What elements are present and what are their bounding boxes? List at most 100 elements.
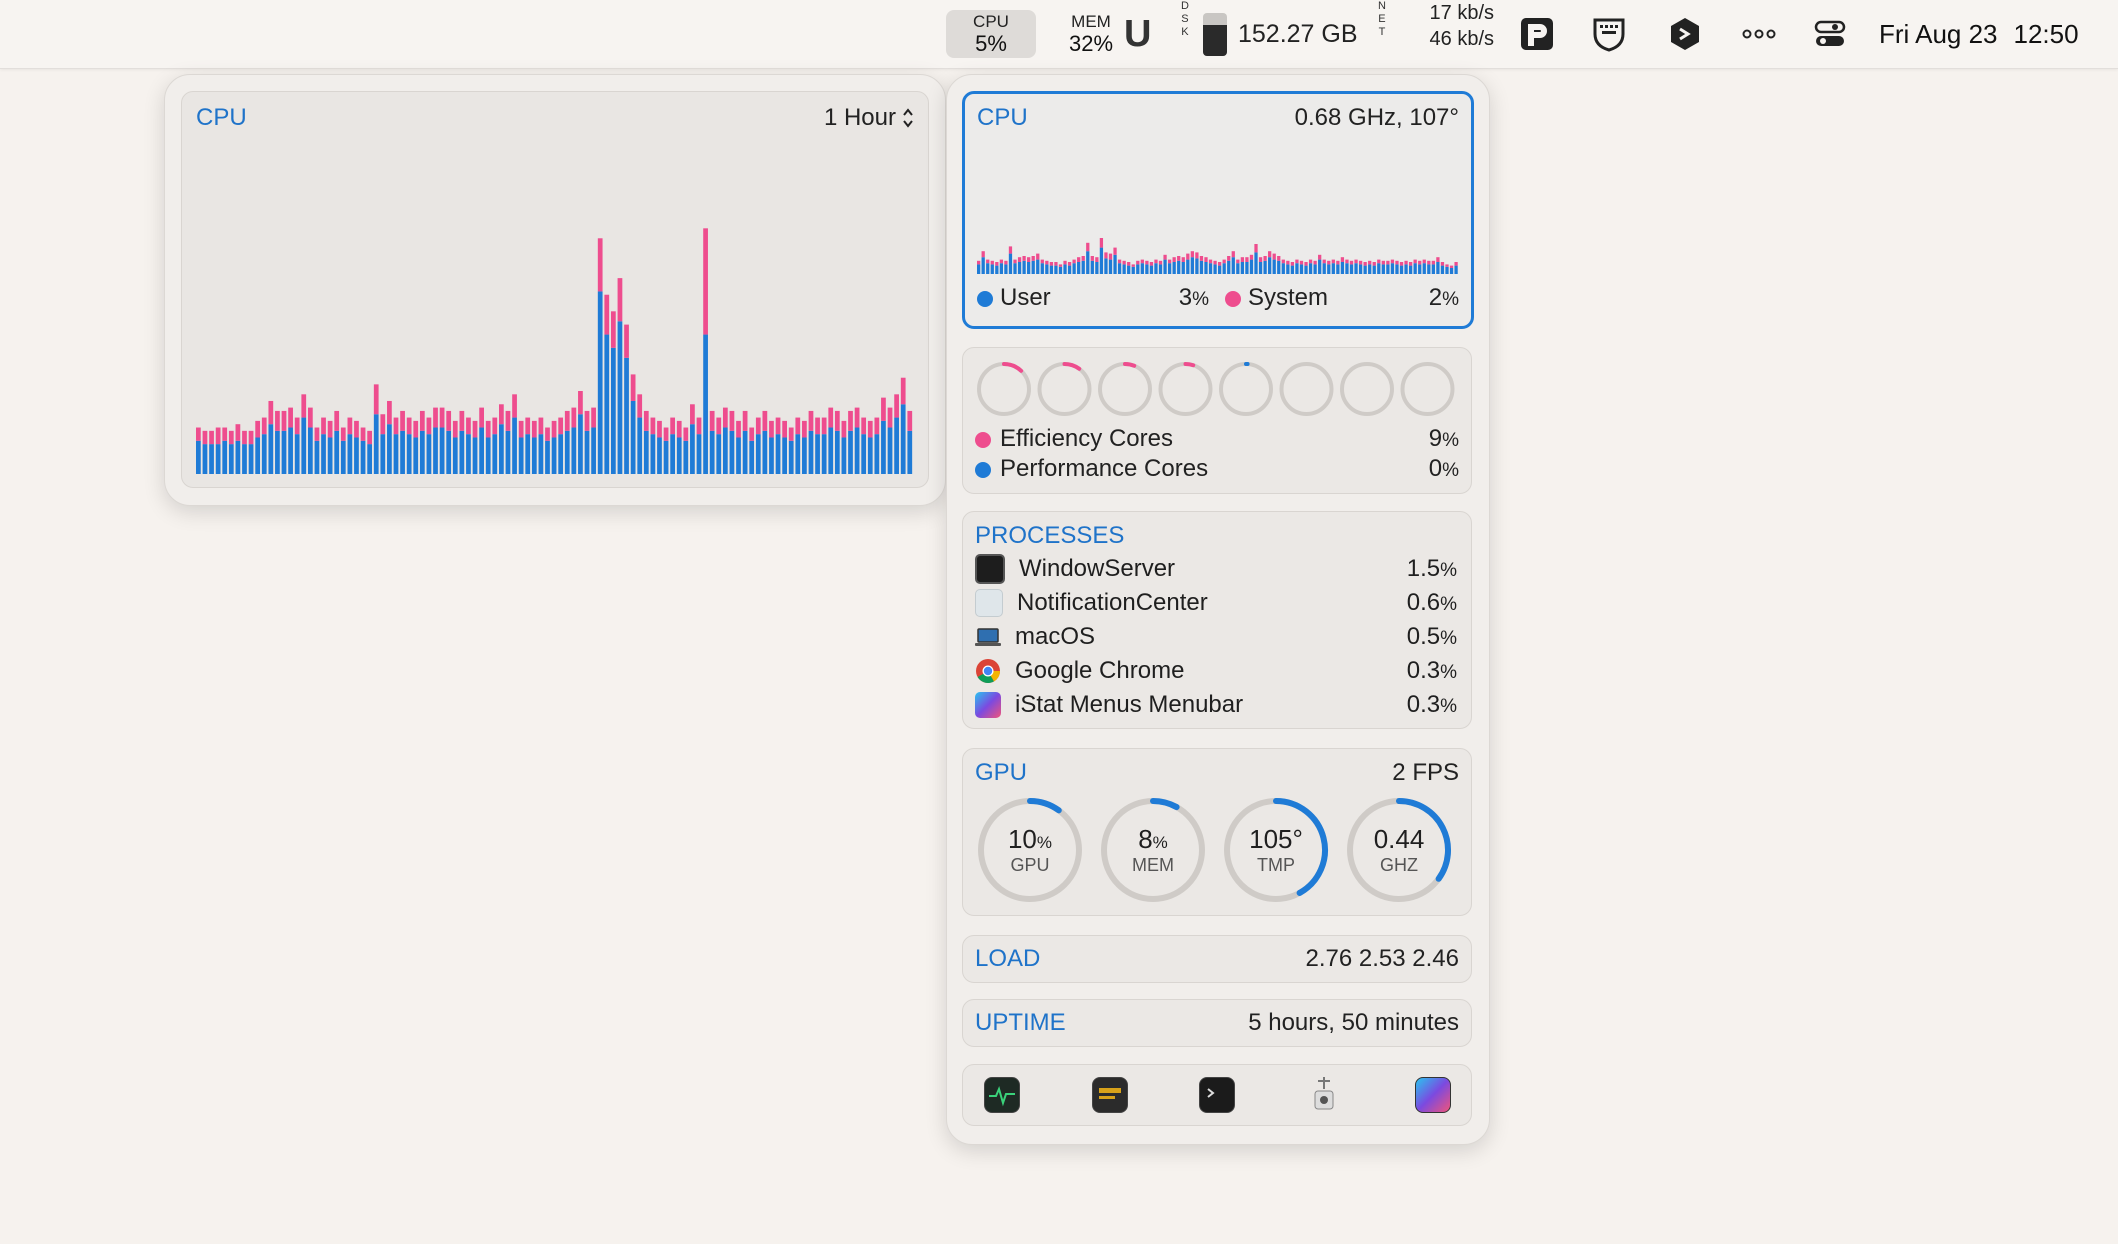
- history-system-bar: [228, 430, 234, 445]
- process-row[interactable]: Google Chrome 0.3%: [975, 655, 1457, 687]
- cpu-system-bar: [1190, 251, 1194, 258]
- process-row[interactable]: iStat Menus Menubar 0.3%: [975, 689, 1457, 721]
- history-system-bar: [683, 427, 689, 441]
- cpu-system-bar: [1372, 262, 1376, 266]
- history-user-bar: [788, 440, 794, 474]
- history-system-bar: [545, 427, 550, 441]
- cores-card: Efficiency Cores 9% Performance Cores 0%: [962, 347, 1472, 494]
- history-range-select[interactable]: 1 Hour: [824, 104, 914, 132]
- disk-letter: S: [1181, 13, 1189, 25]
- cpu-user-bar: [1445, 266, 1449, 274]
- history-user-bar: [209, 444, 214, 474]
- history-system-bar: [472, 420, 478, 438]
- history-user-bar: [485, 437, 491, 474]
- process-row[interactable]: NotificationCenter 0.6%: [975, 587, 1457, 619]
- menubar-mem-item[interactable]: MEM 32%: [1046, 0, 1136, 68]
- load-card[interactable]: LOAD 2.76 2.53 2.46: [962, 935, 1472, 983]
- uptime-card[interactable]: UPTIME 5 hours, 50 minutes: [962, 999, 1472, 1047]
- cpu-system-bar: [1381, 260, 1385, 265]
- istat-menus-app-icon[interactable]: [1415, 1077, 1451, 1113]
- history-system-bar: [235, 424, 241, 441]
- history-user-bar: [907, 430, 913, 474]
- history-user-bar: [867, 437, 873, 474]
- history-title: CPU: [196, 104, 247, 131]
- cpu-user-bar: [1222, 263, 1226, 274]
- control-center-icon[interactable]: [1814, 0, 1846, 68]
- history-system-bar: [722, 407, 728, 428]
- cpu-user-bar: [1340, 262, 1345, 274]
- more-dots-icon[interactable]: [1742, 0, 1776, 68]
- cpu-user-bar: [1277, 260, 1281, 274]
- cpu-system-bar: [1277, 256, 1281, 261]
- menubar-disk-usage-bar[interactable]: [1203, 13, 1227, 56]
- history-system-bar: [446, 410, 452, 431]
- history-user-bar: [242, 444, 247, 474]
- menubar-u-icon[interactable]: U: [1124, 0, 1151, 68]
- history-user-bar: [354, 437, 359, 474]
- p-app-icon[interactable]: [1519, 0, 1555, 68]
- cpu-system-bar: [1272, 253, 1276, 260]
- disk-utility-icon[interactable]: [1307, 1075, 1341, 1110]
- history-user-bar: [874, 434, 880, 474]
- process-row[interactable]: WindowServer 1.5%: [975, 553, 1457, 585]
- history-system-bar: [413, 420, 419, 438]
- history-system-bar: [782, 420, 787, 438]
- cpu-system-bar: [1313, 260, 1317, 265]
- cpu-user-bar: [1136, 264, 1140, 274]
- menubar-clock[interactable]: Fri Aug 23 12:50: [1879, 0, 2079, 68]
- history-user-bar: [610, 347, 616, 474]
- gpu-temp-gauge: 105° TMP: [1249, 824, 1303, 875]
- history-system-bar: [301, 394, 307, 418]
- cpu-user-bar: [1304, 265, 1308, 274]
- cpu-system-bar: [1331, 259, 1335, 264]
- cpu-user-bar: [1122, 264, 1126, 274]
- gpu-usage-gauge: 10% GPU: [1007, 824, 1053, 875]
- cpu-user-bar: [1104, 258, 1108, 274]
- history-user-bar: [709, 430, 715, 474]
- history-system-bar: [637, 394, 643, 418]
- history-system-bar: [558, 417, 564, 435]
- terminal-icon[interactable]: [1199, 1077, 1235, 1113]
- history-system-bar: [670, 417, 676, 435]
- cpu-system-bar: [1408, 262, 1413, 266]
- user-value: 3%: [1178, 284, 1209, 311]
- gpu-card[interactable]: GPU 2 FPS 10% GPU 8% MEM 105° TMP 0.44 G…: [962, 748, 1472, 916]
- history-user-bar: [505, 430, 511, 474]
- cpu-user-bar: [1454, 265, 1458, 274]
- cpu-system-bar: [986, 259, 990, 264]
- keyboard-shield-icon[interactable]: [1592, 0, 1626, 68]
- cpu-user-bar: [1331, 263, 1335, 274]
- menubar-network-item[interactable]: 17 kb/s 46 kb/s: [1414, 0, 1494, 68]
- cpu-user-bar: [1131, 266, 1135, 274]
- cpu-system-bar: [1090, 256, 1094, 261]
- cpu-card[interactable]: CPU 0.68 GHz, 107° User 3% System 2%: [962, 91, 1474, 329]
- cpu-system-bar: [1249, 254, 1254, 260]
- activity-monitor-icon[interactable]: [984, 1077, 1020, 1113]
- cpu-user-bar: [1158, 264, 1163, 274]
- cpu-system-bar: [1258, 257, 1263, 262]
- console-icon[interactable]: [1092, 1077, 1128, 1113]
- history-system-bar: [242, 430, 247, 445]
- cpu-user-bar: [1258, 262, 1263, 274]
- cpu-system-bar: [1231, 251, 1235, 258]
- process-row[interactable]: macOS 0.5%: [975, 621, 1457, 653]
- history-user-bar: [762, 430, 768, 474]
- efficiency-legend-dot: [975, 432, 991, 448]
- history-user-bar: [314, 440, 320, 474]
- cpu-system-bar: [1236, 259, 1240, 264]
- menubar-cpu-item[interactable]: CPU 5%: [946, 10, 1036, 58]
- history-system-bar: [617, 278, 623, 322]
- history-system-bar: [802, 420, 807, 438]
- history-system-bar: [340, 427, 346, 441]
- cpu-system-bar: [1431, 260, 1435, 265]
- cpu-user-bar: [1017, 262, 1022, 274]
- codeshot-icon[interactable]: [1668, 0, 1702, 68]
- history-user-bar: [782, 437, 787, 474]
- menubar-disk-value[interactable]: 152.27 GB: [1238, 0, 1358, 68]
- history-user-bar: [755, 434, 761, 474]
- history-user-bar: [531, 437, 537, 474]
- cpu-user-bar: [1081, 260, 1085, 274]
- cpu-user-bar: [1413, 263, 1417, 274]
- cpu-card-title: CPU: [977, 104, 1028, 131]
- history-system-bar: [729, 410, 735, 431]
